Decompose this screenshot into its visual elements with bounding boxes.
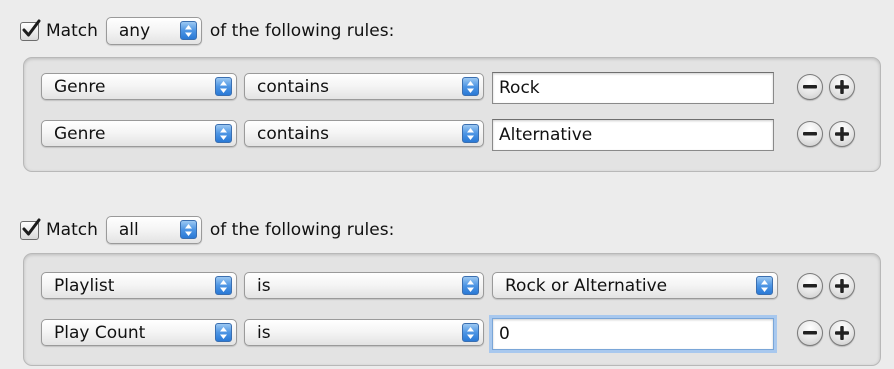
- field-value: Genre: [54, 76, 106, 97]
- updown-arrows-icon: [462, 124, 479, 143]
- field-popup[interactable]: Genre: [41, 120, 237, 147]
- match-label: Match: [46, 220, 98, 240]
- updown-arrows-icon: [179, 220, 197, 239]
- value-popup[interactable]: Rock or Alternative: [492, 272, 778, 299]
- add-rule-button[interactable]: [829, 74, 855, 100]
- remove-rule-button[interactable]: [797, 273, 823, 299]
- checkmark-icon: [22, 218, 41, 235]
- rule-row: Playlist is Rock or Alternative: [24, 270, 880, 300]
- add-rule-button[interactable]: [829, 320, 855, 346]
- updown-arrows-icon: [179, 21, 197, 40]
- match-mode-popup[interactable]: any: [105, 17, 202, 45]
- plus-icon: [835, 279, 849, 293]
- add-rule-button[interactable]: [829, 273, 855, 299]
- remove-rule-button[interactable]: [797, 320, 823, 346]
- updown-arrows-icon: [462, 276, 479, 295]
- updown-arrows-icon: [215, 77, 232, 96]
- match-suffix: of the following rules:: [209, 220, 395, 240]
- field-popup[interactable]: Play Count: [41, 319, 237, 346]
- updown-arrows-icon: [215, 276, 232, 295]
- rules-panel: Playlist is Rock or Alternative Play Cou…: [23, 253, 881, 366]
- operator-value: is: [257, 275, 271, 296]
- value-input[interactable]: Alternative: [492, 119, 774, 151]
- operator-popup[interactable]: is: [244, 319, 484, 346]
- updown-arrows-icon: [215, 124, 232, 143]
- field-value: Playlist: [54, 275, 115, 296]
- field-popup[interactable]: Genre: [41, 73, 237, 100]
- operator-value: contains: [257, 76, 329, 97]
- field-popup[interactable]: Playlist: [41, 272, 237, 299]
- match-checkbox[interactable]: [20, 19, 41, 41]
- updown-arrows-icon: [462, 77, 479, 96]
- field-value: Genre: [54, 123, 106, 144]
- plus-icon: [835, 80, 849, 94]
- rules-panel: Genre contains Rock Genre contains Alter…: [23, 57, 881, 172]
- updown-arrows-icon: [756, 276, 773, 295]
- operator-popup[interactable]: contains: [244, 120, 484, 147]
- rule-row: Play Count is 0: [24, 317, 880, 350]
- operator-popup[interactable]: contains: [244, 73, 484, 100]
- plus-icon: [835, 127, 849, 141]
- add-rule-button[interactable]: [829, 121, 855, 147]
- match-mode-popup[interactable]: all: [105, 216, 202, 244]
- rule-row: Genre contains Rock: [24, 71, 880, 104]
- operator-value: contains: [257, 123, 329, 144]
- remove-rule-button[interactable]: [797, 121, 823, 147]
- field-value: Play Count: [54, 322, 146, 343]
- remove-rule-button[interactable]: [797, 74, 823, 100]
- value-popup-label: Rock or Alternative: [505, 275, 668, 296]
- minus-icon: [803, 331, 817, 335]
- minus-icon: [803, 85, 817, 89]
- updown-arrows-icon: [215, 323, 232, 342]
- operator-popup[interactable]: is: [244, 272, 484, 299]
- match-checkbox[interactable]: [20, 218, 41, 240]
- operator-value: is: [257, 322, 271, 343]
- plus-icon: [835, 326, 849, 340]
- value-input[interactable]: 0: [492, 318, 774, 350]
- checkmark-icon: [22, 19, 41, 36]
- value-input[interactable]: Rock: [492, 72, 774, 104]
- minus-icon: [803, 284, 817, 288]
- updown-arrows-icon: [462, 323, 479, 342]
- match-suffix: of the following rules:: [209, 21, 395, 41]
- rule-row: Genre contains Alternative: [24, 118, 880, 151]
- match-label: Match: [46, 21, 98, 41]
- match-header: Match all of the following rules:: [20, 213, 394, 247]
- match-header: Match any of the following rules:: [20, 14, 394, 48]
- minus-icon: [803, 132, 817, 136]
